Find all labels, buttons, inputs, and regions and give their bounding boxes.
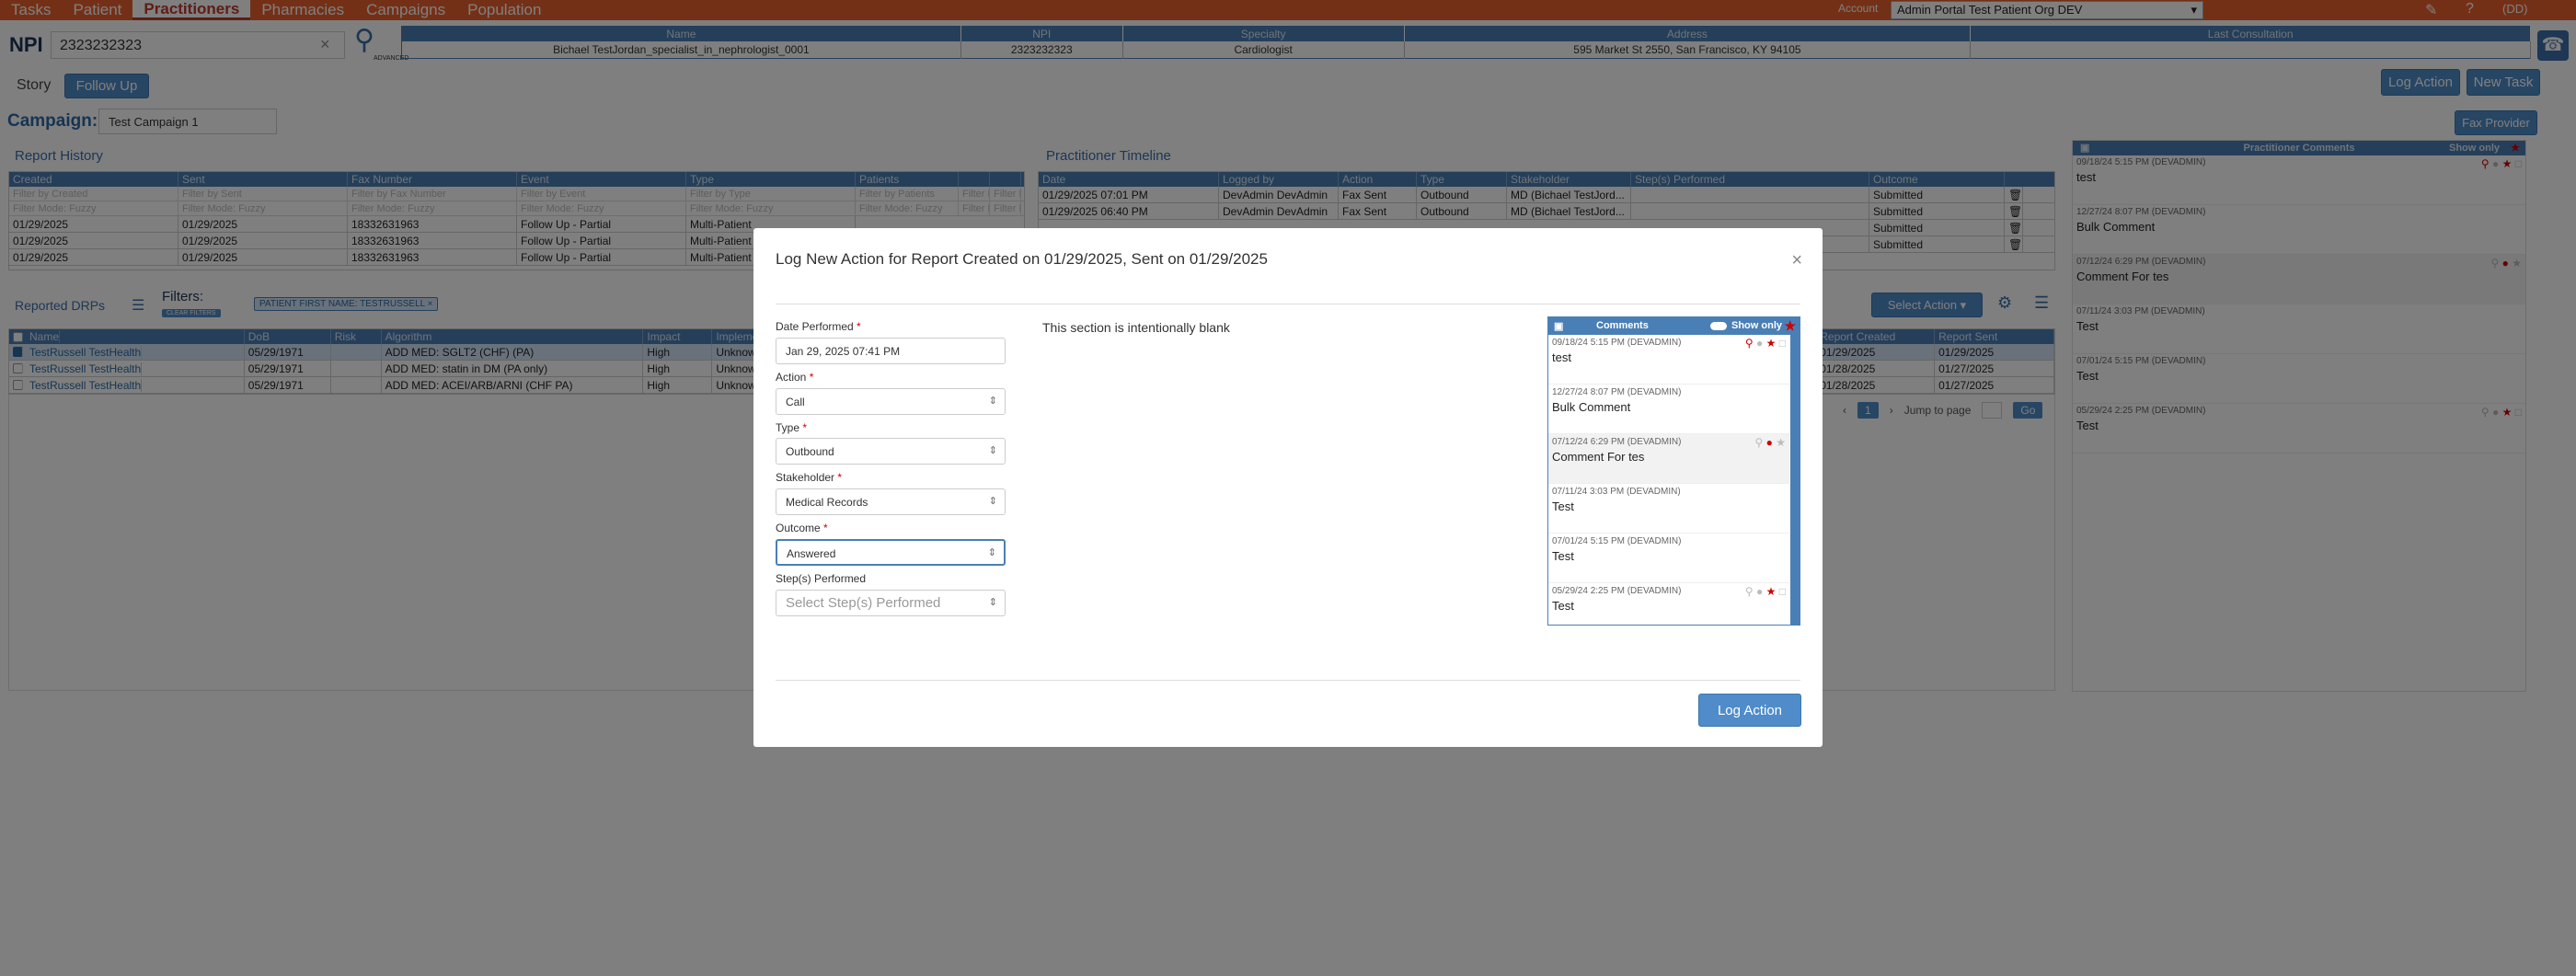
comment-item: 05/29/24 2:25 PM (DEVADMIN)Test⚲ ● ★ □ — [1548, 583, 1789, 625]
comment-item: 07/12/24 6:29 PM (DEVADMIN) Comment For t… — [1548, 434, 1789, 484]
show-only-label: Show only — [1731, 320, 1782, 331]
star-icon[interactable]: ★ — [1784, 318, 1796, 334]
stakeholder-label-text: Stakeholder — [776, 471, 835, 484]
lock-icon[interactable]: ● — [1766, 436, 1773, 449]
required-mark: * — [802, 421, 808, 434]
log-action-modal: Log New Action for Report Created on 01/… — [753, 228, 1823, 747]
steps-label: Step(s) Performed — [776, 572, 867, 585]
comment-meta: 12/27/24 8:07 PM (DEVADMIN) — [1552, 387, 1682, 397]
blank-section-text: This section is intentionally blank — [1042, 320, 1230, 335]
stakeholder-select[interactable]: Medical Records — [776, 488, 1006, 515]
action-label-text: Action — [776, 371, 807, 384]
required-mark: * — [809, 371, 814, 384]
required-mark: * — [837, 471, 843, 484]
comment-actions[interactable]: ⚲ ● ★ □ — [1745, 585, 1786, 598]
comment-item: 09/18/24 5:15 PM (DEVADMIN)test⚲ ● ★ □ — [1548, 335, 1789, 385]
comment-actions[interactable]: ⚲ ● ★ — [1755, 436, 1787, 449]
date-label: Date Performed * — [776, 320, 861, 333]
comment-text: Test — [1552, 549, 1574, 563]
required-mark: * — [857, 320, 861, 333]
comment-meta: 07/11/24 3:03 PM (DEVADMIN) — [1552, 487, 1681, 497]
outcome-select[interactable]: Answered — [776, 539, 1006, 566]
date-label-text: Date Performed — [776, 320, 854, 333]
star-icon[interactable]: ★ — [1766, 337, 1777, 350]
comment-item: 07/01/24 5:15 PM (DEVADMIN) Test — [1548, 534, 1789, 583]
divider — [776, 680, 1800, 681]
comment-actions[interactable]: ⚲ ● ★ □ — [1745, 337, 1786, 350]
required-mark: * — [823, 522, 828, 534]
star-icon[interactable]: ★ — [1776, 436, 1786, 449]
lock-icon[interactable]: ● — [1756, 337, 1763, 350]
action-select[interactable]: Call — [776, 388, 1006, 415]
modal-title: Log New Action for Report Created on 01/… — [776, 250, 1268, 268]
pin-icon[interactable]: ⚲ — [1745, 585, 1754, 598]
comment-item: 07/11/24 3:03 PM (DEVADMIN) Test — [1548, 484, 1789, 534]
close-icon[interactable]: × — [1791, 250, 1802, 271]
trash-icon[interactable]: □ — [1779, 585, 1786, 598]
action-label: Action * — [776, 371, 813, 384]
comments-header: ▣ Comments Show only ★ — [1548, 317, 1800, 335]
calendar-icon: ▣ — [1554, 321, 1564, 332]
type-label: Type * — [776, 421, 807, 434]
steps-select[interactable]: Select Step(s) Performed — [776, 590, 1006, 616]
comment-text: Test — [1552, 499, 1574, 513]
comment-item: 12/27/24 8:07 PM (DEVADMIN) Bulk Comment — [1548, 385, 1789, 434]
comments-scrollbar[interactable] — [1790, 335, 1800, 625]
pin-icon[interactable]: ⚲ — [1755, 436, 1764, 449]
comments-panel: ▣ Comments Show only ★ 09/18/24 5:15 PM … — [1547, 316, 1800, 626]
date-input[interactable]: Jan 29, 2025 07:41 PM — [776, 338, 1006, 364]
show-only-toggle[interactable] — [1710, 322, 1727, 330]
outcome-label: Outcome * — [776, 522, 828, 534]
comment-text: Comment For tes — [1552, 450, 1645, 464]
type-select[interactable]: Outbound — [776, 438, 1006, 465]
comment-text: Bulk Comment — [1552, 400, 1631, 414]
outcome-label-text: Outcome — [776, 522, 821, 534]
lock-icon[interactable]: ● — [1756, 585, 1763, 598]
comment-meta: 07/01/24 5:15 PM (DEVADMIN) — [1552, 536, 1682, 546]
star-icon[interactable]: ★ — [1766, 585, 1777, 598]
pin-icon[interactable]: ⚲ — [1745, 337, 1754, 350]
comment-text: Test — [1552, 599, 1574, 613]
comment-text: test — [1552, 350, 1571, 364]
comment-meta: 07/12/24 6:29 PM (DEVADMIN) — [1552, 437, 1682, 447]
trash-icon[interactable]: □ — [1779, 337, 1786, 350]
comments-title: Comments — [1596, 320, 1649, 331]
type-label-text: Type — [776, 421, 800, 434]
log-action-submit-button[interactable]: Log Action — [1698, 694, 1801, 727]
stakeholder-label: Stakeholder * — [776, 471, 842, 484]
